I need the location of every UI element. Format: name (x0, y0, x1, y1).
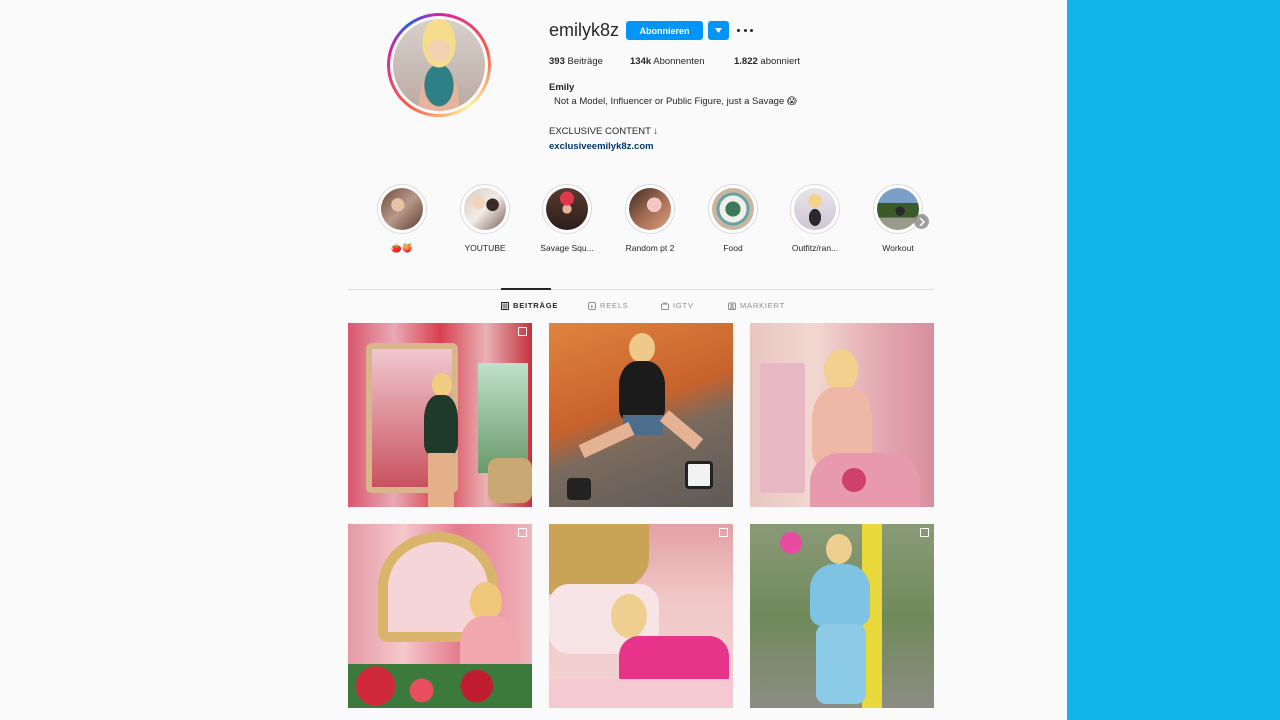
igtv-icon (661, 301, 669, 310)
chevron-right-icon (918, 217, 925, 226)
follow-button[interactable]: Abonnieren (626, 21, 703, 40)
post-thumbnail[interactable] (549, 524, 733, 708)
bio-text: Not a Model, Influencer or Public Figure… (554, 96, 797, 107)
highlight-label: Random pt 2 (625, 243, 675, 253)
highlight-cover (712, 188, 754, 230)
grid-icon (501, 301, 509, 310)
following-stat[interactable]: 1.822 abonniert (734, 56, 800, 67)
bio-website-link[interactable]: exclusiveemilyk8z.com (549, 141, 654, 152)
profile-username: emilyk8z (549, 20, 620, 40)
multiple-posts-icon (719, 528, 728, 537)
multiple-posts-icon (920, 528, 929, 537)
highlight-label: Workout (882, 243, 914, 253)
more-options-button[interactable] (737, 24, 753, 36)
bio-full-name: Emily (549, 82, 575, 93)
side-panel (1067, 0, 1280, 720)
active-tab-indicator (501, 288, 551, 290)
tab-igtv[interactable]: IGTV (661, 301, 694, 310)
more-dots-icon (737, 28, 740, 32)
highlight-cover (381, 188, 423, 230)
highlight-item[interactable]: Savage Squ... (532, 184, 602, 253)
suggestions-dropdown-button[interactable] (708, 21, 729, 40)
highlight-cover (546, 188, 588, 230)
multiple-posts-icon (518, 327, 527, 336)
post-thumbnail[interactable] (549, 323, 733, 507)
highlight-label: Outfitz/ran... (791, 243, 839, 253)
tab-tagged[interactable]: MARKIERT (728, 301, 785, 310)
tabs-divider (348, 289, 934, 290)
post-thumbnail[interactable] (348, 524, 532, 708)
post-thumbnail[interactable] (348, 323, 532, 507)
highlight-label: 🍅🍑 (391, 243, 413, 253)
posts-stat: 393 Beiträge (549, 56, 603, 67)
post-thumbnail[interactable] (750, 323, 934, 507)
highlights-next-button[interactable] (914, 214, 929, 229)
reels-icon (588, 301, 596, 310)
bio-text-2: EXCLUSIVE CONTENT ↓ (549, 126, 659, 137)
highlight-item[interactable]: 🍅🍑 (367, 184, 437, 254)
highlight-label: Savage Squ... (540, 243, 594, 253)
tagged-icon (728, 302, 736, 310)
highlight-cover (464, 188, 506, 230)
highlight-item[interactable]: Random pt 2 (615, 184, 685, 253)
highlight-cover (877, 188, 919, 230)
profile-avatar[interactable] (387, 13, 491, 117)
avatar-image (393, 19, 485, 111)
highlight-item[interactable]: YOUTUBE (450, 184, 520, 253)
tab-posts[interactable]: BEITRÄGE (501, 301, 558, 310)
highlight-item[interactable]: Food (698, 184, 768, 253)
multiple-posts-icon (518, 528, 527, 537)
highlight-label: YOUTUBE (464, 243, 506, 253)
highlight-item[interactable]: Outfitz/ran... (780, 184, 850, 253)
highlight-cover (794, 188, 836, 230)
tab-reels[interactable]: REELS (588, 301, 629, 310)
chevron-down-icon (715, 28, 722, 33)
highlight-label: Food (723, 243, 743, 253)
followers-stat[interactable]: 134k Abonnenten (630, 56, 705, 67)
post-thumbnail[interactable] (750, 524, 934, 708)
highlight-cover (629, 188, 671, 230)
